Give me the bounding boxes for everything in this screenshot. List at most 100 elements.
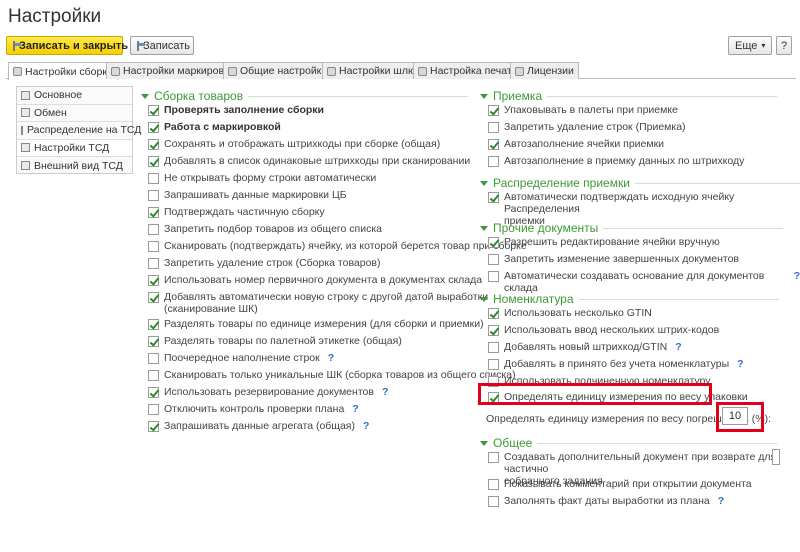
checkbox[interactable] — [488, 105, 499, 116]
assembly-option-4[interactable]: Не открывать форму строки автоматически — [148, 172, 376, 184]
checkbox[interactable] — [148, 105, 159, 116]
assembly-option-18[interactable]: Запрашивать данные агрегата (общая)? — [148, 420, 369, 432]
receiving-option-0[interactable]: Упаковывать в палеты при приемке — [488, 104, 678, 116]
assembly-option-13[interactable]: Разделять товары по палетной этикетке (о… — [148, 335, 402, 347]
other-docs-option-0[interactable]: Разрешить редактирование ячейки вручную — [488, 236, 720, 248]
help-icon[interactable]: ? — [675, 341, 681, 353]
tab-general-settings[interactable]: Общие настройки — [223, 62, 333, 79]
receiving-option-3[interactable]: Автозаполнение в приемку данных по штрих… — [488, 155, 744, 167]
receiving-option-1[interactable]: Запретить удаление строк (Приемка) — [488, 121, 686, 133]
checkbox[interactable] — [148, 190, 159, 201]
checkbox[interactable] — [148, 139, 159, 150]
more-button[interactable]: Еще ▾ — [728, 36, 772, 55]
nomenclature-option-1[interactable]: Использовать ввод нескольких штрих-кодов — [488, 324, 719, 336]
nomenclature-option-0[interactable]: Использовать несколько GTIN — [488, 307, 652, 319]
receiving-option-2[interactable]: Автозаполнение ячейки приемки — [488, 138, 664, 150]
collapse-arrow-icon — [480, 180, 488, 186]
section-assembly-header[interactable]: Сборка товаров — [141, 89, 469, 103]
tab-licenses[interactable]: Лицензии — [510, 62, 579, 79]
nav-item-exchange[interactable]: Обмен — [17, 105, 132, 122]
section-nomenclature-header[interactable]: Номенклатура — [480, 292, 779, 306]
checkbox[interactable] — [148, 241, 159, 252]
assembly-option-3[interactable]: Добавлять в список одинаковые штрихкоды … — [148, 155, 470, 167]
help-icon[interactable]: ? — [328, 352, 334, 364]
nav-item-distribution[interactable]: Распределение на ТСД — [17, 122, 141, 140]
save-button[interactable]: Записать — [130, 36, 194, 55]
assembly-option-9[interactable]: Запретить удаление строк (Сборка товаров… — [148, 257, 381, 269]
assembly-option-5[interactable]: Запрашивать данные маркировки ЦБ — [148, 189, 347, 201]
checkbox[interactable] — [148, 258, 159, 269]
assembly-option-1[interactable]: Работа с маркировкой — [148, 121, 281, 133]
checkbox[interactable] — [148, 207, 159, 218]
checkbox[interactable] — [488, 156, 499, 167]
checkbox[interactable] — [488, 122, 499, 133]
assembly-option-8[interactable]: Сканировать (подтверждать) ячейку, из ко… — [148, 240, 527, 252]
nav-item-tsd-appearance[interactable]: Внешний вид ТСД — [17, 157, 132, 175]
assembly-option-16[interactable]: Использовать резервирование документов? — [148, 386, 388, 398]
assembly-option-7[interactable]: Запретить подбор товаров из общего списк… — [148, 223, 382, 235]
assembly-option-10[interactable]: Использовать номер первичного документа … — [148, 274, 482, 286]
help-icon[interactable]: ? — [363, 420, 369, 432]
nomenclature-option-2[interactable]: Добавлять новый штрихкод/GTIN? — [488, 341, 682, 353]
checkbox[interactable] — [488, 237, 499, 248]
general-option-1[interactable]: Показывать комментарий при открытии доку… — [488, 478, 752, 490]
nav-item-main[interactable]: Основное — [17, 87, 132, 105]
assembly-option-12[interactable]: Разделять товары по единице измерения (д… — [148, 318, 484, 330]
checkbox[interactable] — [148, 275, 159, 286]
tab-gateway-settings[interactable]: Настройки шлюз — [322, 62, 426, 79]
checkbox[interactable] — [148, 224, 159, 235]
section-general-header[interactable]: Общее — [480, 436, 778, 450]
other-docs-option-1[interactable]: Запретить изменение завершенных документ… — [488, 253, 739, 265]
checkbox[interactable] — [148, 387, 159, 398]
general-option-field[interactable] — [772, 449, 780, 465]
checkbox[interactable] — [148, 370, 159, 381]
nav-item-tsd-settings[interactable]: Настройки ТСД — [17, 139, 132, 157]
checkbox[interactable] — [148, 122, 159, 133]
checkbox[interactable] — [488, 342, 499, 353]
save-icon — [13, 40, 21, 51]
tab-marking-settings[interactable]: Настройки маркировки — [106, 62, 240, 79]
checkbox[interactable] — [148, 319, 159, 330]
checkbox[interactable] — [148, 421, 159, 432]
assembly-option-6[interactable]: Подтверждать частичную сборку — [148, 206, 325, 218]
checkbox[interactable] — [148, 173, 159, 184]
assembly-option-14[interactable]: Поочередное наполнение строк? — [148, 352, 334, 364]
help-icon[interactable]: ? — [794, 270, 800, 282]
checkbox[interactable] — [148, 156, 159, 167]
checkbox[interactable] — [148, 292, 159, 303]
checkbox[interactable] — [488, 359, 499, 370]
checkbox[interactable] — [488, 139, 499, 150]
option-label: Сохранять и отображать штрихкоды при сбо… — [164, 138, 441, 150]
section-distribution-header[interactable]: Распределение приемки — [480, 176, 800, 190]
checkbox[interactable] — [488, 192, 499, 203]
help-icon[interactable]: ? — [352, 403, 358, 415]
other-docs-option-2[interactable]: Автоматически создавать основание для до… — [488, 270, 800, 294]
help-icon[interactable]: ? — [737, 358, 743, 370]
assembly-option-0[interactable]: Проверять заполнение сборки — [148, 104, 324, 116]
tab-print-settings[interactable]: Настройка печати — [413, 62, 523, 79]
section-other-docs-header[interactable]: Прочие документы — [480, 221, 784, 235]
save-and-close-button[interactable]: Записать и закрыть — [6, 36, 128, 55]
checkbox[interactable] — [148, 336, 159, 347]
checkbox[interactable] — [148, 353, 159, 364]
checkbox[interactable] — [488, 452, 499, 463]
checkbox[interactable] — [488, 254, 499, 265]
option-label: Заполнять факт даты выработки из плана — [504, 495, 710, 507]
nomenclature-option-3[interactable]: Добавлять в принято без учета номенклату… — [488, 358, 744, 370]
checkbox[interactable] — [488, 479, 499, 490]
section-receiving-header[interactable]: Приемка — [480, 89, 778, 103]
checkbox[interactable] — [488, 325, 499, 336]
tab-assembly-settings[interactable]: Настройки сборки — [8, 62, 118, 80]
checkbox[interactable] — [488, 496, 499, 507]
assembly-option-15[interactable]: Сканировать только уникальные ШК (сборка… — [148, 369, 516, 381]
assembly-option-11[interactable]: Добавлять автоматически новую строку с д… — [148, 291, 488, 315]
help-icon[interactable]: ? — [382, 386, 388, 398]
checkbox[interactable] — [488, 308, 499, 319]
assembly-option-2[interactable]: Сохранять и отображать штрихкоды при сбо… — [148, 138, 440, 150]
assembly-option-17[interactable]: Отключить контроль проверки плана? — [148, 403, 359, 415]
general-option-2[interactable]: Заполнять факт даты выработки из плана? — [488, 495, 724, 507]
checkbox[interactable] — [148, 404, 159, 415]
help-icon[interactable]: ? — [718, 495, 724, 507]
checkbox[interactable] — [488, 271, 499, 282]
help-button[interactable]: ? — [776, 36, 792, 55]
